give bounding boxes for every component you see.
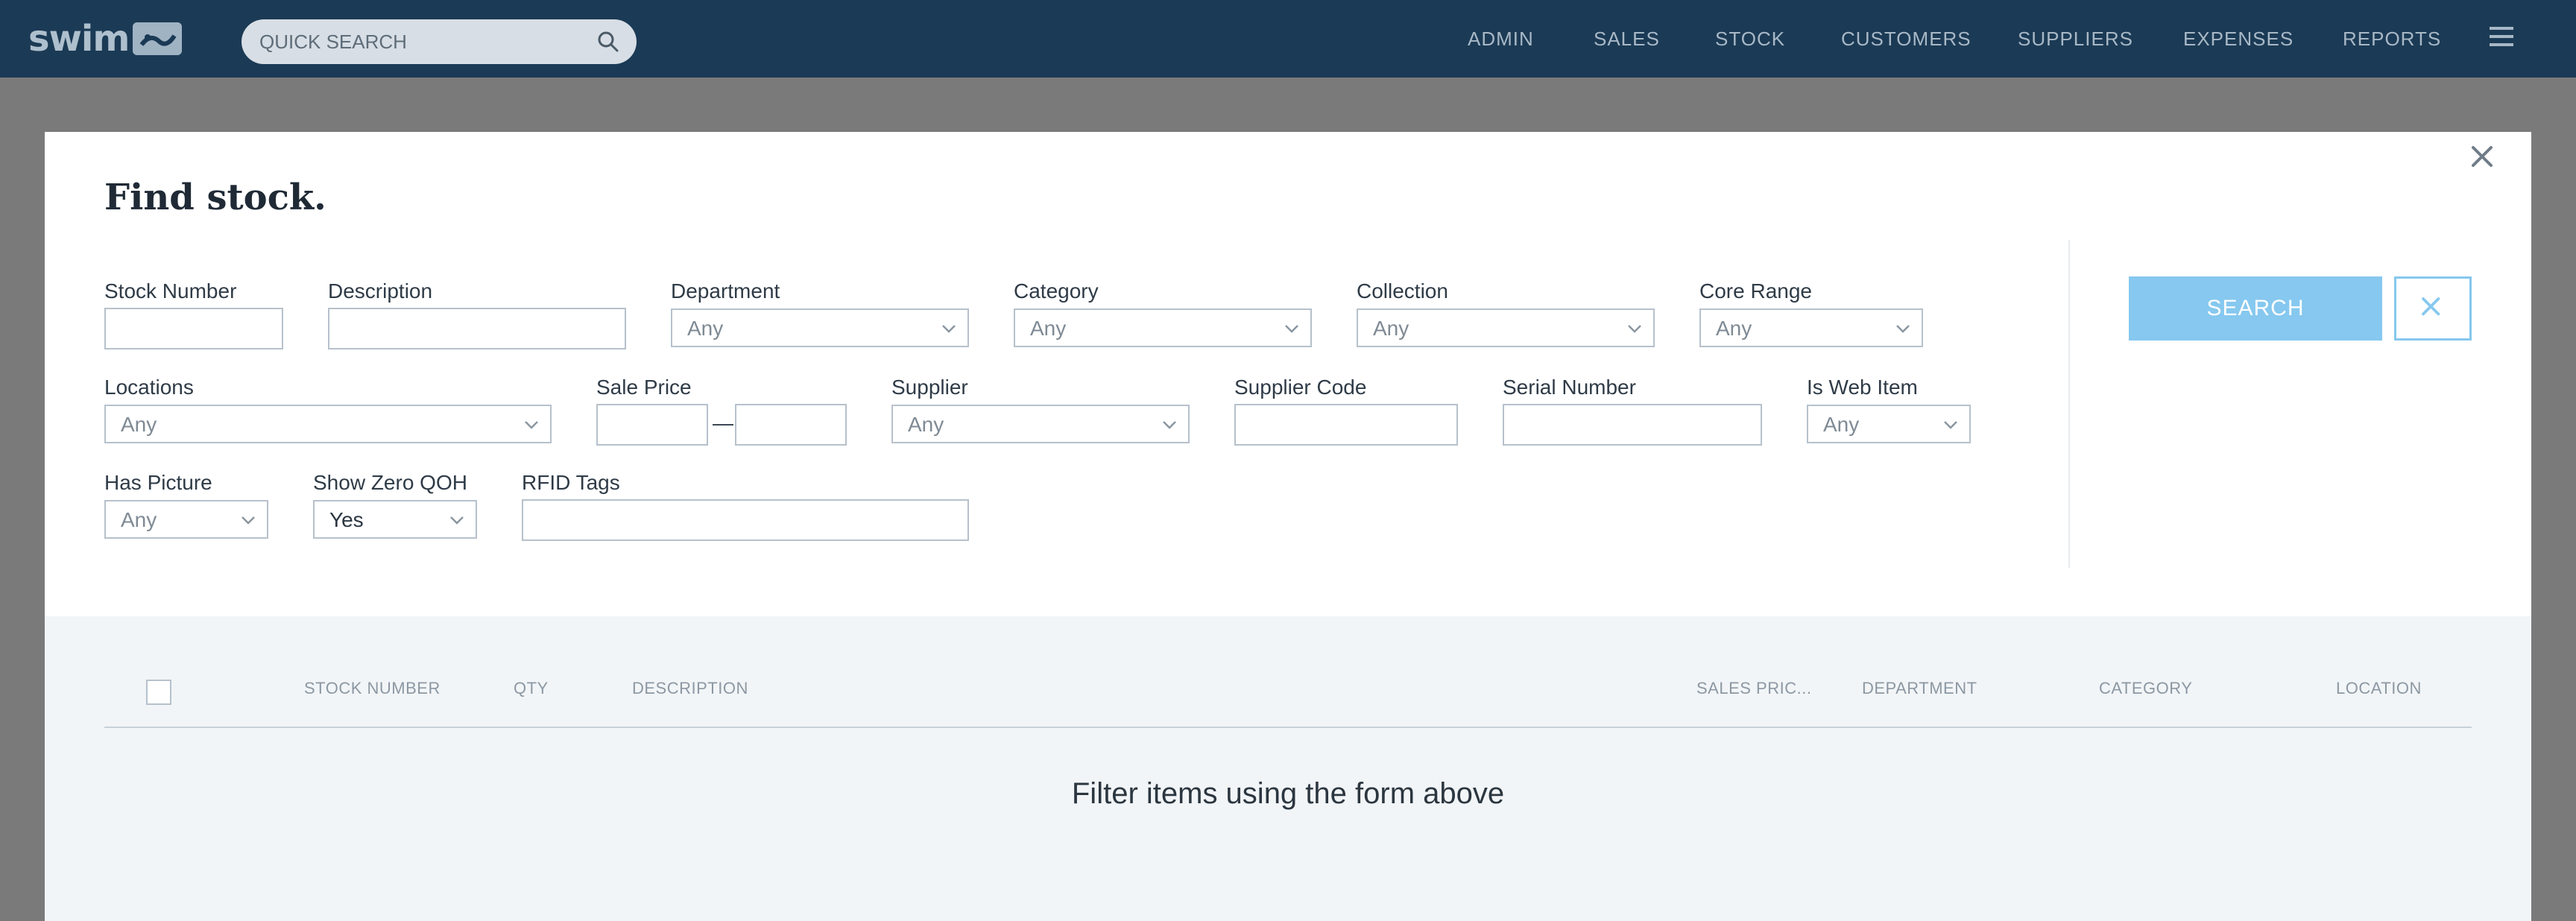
category-value: Any bbox=[1030, 317, 1067, 340]
close-modal-icon[interactable] bbox=[2467, 142, 2497, 171]
form-divider bbox=[2068, 240, 2070, 568]
is-web-item-value: Any bbox=[1823, 413, 1860, 436]
swim-logo[interactable]: swim bbox=[28, 18, 185, 60]
has-picture-label: Has Picture bbox=[104, 471, 212, 494]
collection-label: Collection bbox=[1357, 279, 1448, 303]
sale-price-label: Sale Price bbox=[596, 376, 692, 399]
rfid-tags-label: RFID Tags bbox=[522, 471, 620, 494]
select-all-checkbox[interactable] bbox=[146, 680, 171, 705]
core-range-select[interactable]: Any bbox=[1699, 308, 1923, 347]
serial-number-field[interactable] bbox=[1503, 404, 1762, 446]
page-title: Find stock. bbox=[104, 177, 326, 218]
department-value: Any bbox=[687, 317, 724, 340]
nav-admin[interactable]: ADMIN bbox=[1468, 27, 1534, 51]
logo-text: swim bbox=[28, 18, 130, 60]
search-button[interactable]: SEARCH bbox=[2129, 276, 2382, 341]
locations-value: Any bbox=[121, 413, 157, 436]
search-icon[interactable] bbox=[596, 30, 620, 54]
column-qty[interactable]: QTY bbox=[514, 677, 549, 700]
price-range-separator: — bbox=[713, 411, 733, 434]
category-label: Category bbox=[1014, 279, 1099, 303]
description-label: Description bbox=[328, 279, 433, 303]
has-picture-select[interactable]: Any bbox=[104, 500, 268, 539]
supplier-code-label: Supplier Code bbox=[1234, 376, 1367, 399]
sale-price-min-input[interactable] bbox=[598, 405, 707, 444]
stock-number-label: Stock Number bbox=[104, 279, 237, 303]
supplier-value: Any bbox=[908, 413, 944, 436]
chevron-down-icon bbox=[242, 516, 255, 525]
quick-search bbox=[242, 19, 637, 64]
category-select[interactable]: Any bbox=[1014, 308, 1312, 347]
chevron-down-icon bbox=[942, 325, 956, 333]
chevron-down-icon bbox=[1163, 421, 1176, 429]
serial-number-input[interactable] bbox=[1504, 405, 1761, 444]
show-zero-qoh-select[interactable]: Yes bbox=[313, 500, 477, 539]
is-web-item-label: Is Web Item bbox=[1807, 376, 1918, 399]
department-select[interactable]: Any bbox=[671, 308, 969, 347]
sale-price-min-field[interactable] bbox=[596, 404, 708, 446]
sale-price-max-input[interactable] bbox=[736, 405, 845, 444]
chevron-down-icon bbox=[525, 421, 538, 429]
top-navigation-bar: swim ADMIN SALES STOCK CUSTOMERS SUPPLIE… bbox=[0, 0, 2576, 77]
stock-number-input[interactable] bbox=[106, 309, 282, 348]
clear-button[interactable] bbox=[2394, 276, 2472, 341]
results-panel bbox=[45, 616, 2531, 921]
chevron-down-icon bbox=[1896, 325, 1910, 333]
collection-select[interactable]: Any bbox=[1357, 308, 1655, 347]
department-label: Department bbox=[671, 279, 780, 303]
nav-customers[interactable]: CUSTOMERS bbox=[1841, 27, 1972, 51]
chevron-down-icon bbox=[1944, 421, 1957, 429]
column-location[interactable]: LOCATION bbox=[2336, 677, 2422, 700]
supplier-label: Supplier bbox=[891, 376, 968, 399]
collection-value: Any bbox=[1373, 317, 1409, 340]
is-web-item-select[interactable]: Any bbox=[1807, 405, 1971, 443]
hamburger-menu-icon[interactable] bbox=[2490, 25, 2513, 48]
nav-suppliers[interactable]: SUPPLIERS bbox=[2018, 27, 2133, 51]
core-range-label: Core Range bbox=[1699, 279, 1812, 303]
clear-icon bbox=[2422, 297, 2440, 316]
serial-number-label: Serial Number bbox=[1503, 376, 1636, 399]
column-stock-number[interactable]: STOCK NUMBER bbox=[304, 677, 441, 700]
table-header-divider bbox=[104, 727, 2472, 728]
column-department[interactable]: DEPARTMENT bbox=[1862, 677, 1977, 700]
column-description[interactable]: DESCRIPTION bbox=[632, 677, 748, 700]
logo-badge-icon bbox=[133, 22, 182, 55]
nav-stock[interactable]: STOCK bbox=[1715, 27, 1785, 51]
rfid-tags-input[interactable] bbox=[523, 501, 967, 539]
supplier-select[interactable]: Any bbox=[891, 405, 1190, 443]
description-field[interactable] bbox=[328, 308, 626, 349]
quick-search-input[interactable] bbox=[259, 25, 587, 58]
chevron-down-icon bbox=[450, 516, 464, 525]
nav-reports[interactable]: REPORTS bbox=[2343, 27, 2441, 51]
show-zero-qoh-label: Show Zero QOH bbox=[313, 471, 467, 494]
supplier-code-input[interactable] bbox=[1236, 405, 1456, 444]
chevron-down-icon bbox=[1628, 325, 1641, 333]
supplier-code-field[interactable] bbox=[1234, 404, 1458, 446]
locations-select[interactable]: Any bbox=[104, 405, 552, 443]
has-picture-value: Any bbox=[121, 508, 157, 531]
description-input[interactable] bbox=[329, 309, 625, 348]
chevron-down-icon bbox=[1285, 325, 1298, 333]
column-category[interactable]: CATEGORY bbox=[2099, 677, 2192, 700]
show-zero-qoh-value: Yes bbox=[329, 508, 364, 531]
locations-label: Locations bbox=[104, 376, 194, 399]
nav-sales[interactable]: SALES bbox=[1594, 27, 1660, 51]
nav-expenses[interactable]: EXPENSES bbox=[2183, 27, 2294, 51]
column-sales-price[interactable]: SALES PRIC... bbox=[1696, 677, 1811, 700]
stock-number-field[interactable] bbox=[104, 308, 283, 349]
rfid-tags-field[interactable] bbox=[522, 499, 969, 541]
core-range-value: Any bbox=[1716, 317, 1752, 340]
empty-results-message: Filter items using the form above bbox=[1071, 777, 1505, 810]
sale-price-max-field[interactable] bbox=[735, 404, 847, 446]
